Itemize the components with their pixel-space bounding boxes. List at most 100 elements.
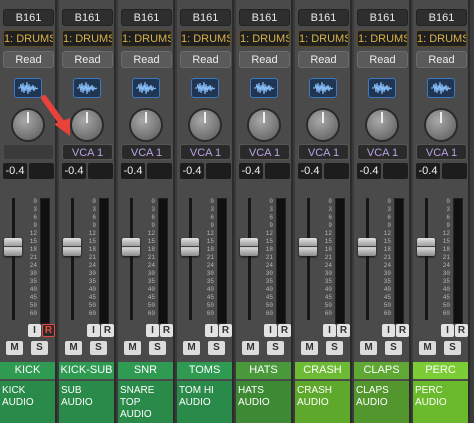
vca-slot[interactable]: VCA 1 <box>121 144 172 160</box>
group-button[interactable]: 1: DRUMS <box>3 30 54 47</box>
solo-button[interactable]: S <box>444 341 461 355</box>
volume-fader[interactable] <box>4 237 22 256</box>
output-button[interactable]: B161 <box>121 9 172 26</box>
group-button[interactable]: 1: DRUMS <box>239 30 290 47</box>
output-button[interactable]: B161 <box>180 9 231 26</box>
record-enable-button[interactable]: R <box>219 324 232 337</box>
record-enable-button[interactable]: R <box>337 324 350 337</box>
channel-name-label[interactable]: CLAPS <box>354 362 409 379</box>
solo-button[interactable]: S <box>208 341 225 355</box>
automation-mode-button[interactable]: Read <box>121 51 172 68</box>
mute-button[interactable]: M <box>242 341 259 355</box>
output-button[interactable]: B161 <box>298 9 349 26</box>
audio-waveform-icon[interactable] <box>309 78 337 98</box>
group-button[interactable]: 1: DRUMS <box>298 30 349 47</box>
input-monitor-button[interactable]: I <box>146 324 159 337</box>
scale-label: 45 <box>147 294 155 301</box>
automation-mode-button[interactable]: Read <box>416 51 467 68</box>
channel-name-label[interactable]: HATS <box>236 362 291 379</box>
solo-button[interactable]: S <box>267 341 284 355</box>
output-button[interactable]: B161 <box>62 9 113 26</box>
group-button[interactable]: 1: DRUMS <box>121 30 172 47</box>
record-enable-button[interactable]: R <box>101 324 114 337</box>
record-enable-button[interactable]: R <box>160 324 173 337</box>
automation-mode-button[interactable]: Read <box>180 51 231 68</box>
volume-fader[interactable] <box>358 237 376 256</box>
vca-slot[interactable] <box>3 144 54 160</box>
record-enable-button[interactable]: R <box>396 324 409 337</box>
volume-fader[interactable] <box>181 237 199 256</box>
automation-mode-button[interactable]: Read <box>3 51 54 68</box>
channel-name-label[interactable]: TOMS <box>177 362 232 379</box>
volume-fader[interactable] <box>299 237 317 256</box>
solo-button[interactable]: S <box>326 341 343 355</box>
volume-fader[interactable] <box>122 237 140 256</box>
solo-button[interactable]: S <box>149 341 166 355</box>
output-button[interactable]: B161 <box>416 9 467 26</box>
automation-mode-button[interactable]: Read <box>62 51 113 68</box>
channel-name-label[interactable]: PERC <box>413 362 468 379</box>
vca-slot[interactable]: VCA 1 <box>180 144 231 160</box>
audio-waveform-icon[interactable] <box>73 78 101 98</box>
output-button[interactable]: B161 <box>3 9 54 26</box>
input-monitor-button[interactable]: I <box>264 324 277 337</box>
input-monitor-button[interactable]: I <box>441 324 454 337</box>
pan-knob[interactable] <box>426 110 456 140</box>
solo-button[interactable]: S <box>90 341 107 355</box>
audio-waveform-icon[interactable] <box>427 78 455 98</box>
solo-button[interactable]: S <box>385 341 402 355</box>
pan-knob[interactable] <box>72 110 102 140</box>
automation-mode-button[interactable]: Read <box>298 51 349 68</box>
channel-name-label[interactable]: SNR <box>118 362 173 379</box>
mute-button[interactable]: M <box>6 341 23 355</box>
input-monitor-button[interactable]: I <box>323 324 336 337</box>
record-enable-button[interactable]: R <box>42 324 55 337</box>
channel-name-label[interactable]: KICK-SUB <box>59 362 114 379</box>
group-button[interactable]: 1: DRUMS <box>62 30 113 47</box>
volume-fader[interactable] <box>240 237 258 256</box>
input-monitor-button[interactable]: I <box>205 324 218 337</box>
output-button[interactable]: B161 <box>357 9 408 26</box>
output-button[interactable]: B161 <box>239 9 290 26</box>
vca-slot[interactable]: VCA 1 <box>62 144 113 160</box>
pan-knob[interactable] <box>13 110 43 140</box>
group-button[interactable]: 1: DRUMS <box>416 30 467 47</box>
automation-mode-button[interactable]: Read <box>239 51 290 68</box>
mute-button[interactable]: M <box>183 341 200 355</box>
channel-name-label[interactable]: CRASH <box>295 362 350 379</box>
mute-button[interactable]: M <box>419 341 436 355</box>
pan-knob[interactable] <box>249 110 279 140</box>
record-enable-button[interactable]: R <box>455 324 468 337</box>
fader-track <box>307 198 310 320</box>
audio-waveform-icon[interactable] <box>132 78 160 98</box>
input-monitor-button[interactable]: I <box>28 324 41 337</box>
audio-waveform-icon[interactable] <box>250 78 278 98</box>
mute-button[interactable]: M <box>65 341 82 355</box>
channel-name-label[interactable]: KICK <box>0 362 55 379</box>
vca-slot[interactable]: VCA 1 <box>239 144 290 160</box>
input-monitor-button[interactable]: I <box>382 324 395 337</box>
solo-button[interactable]: S <box>31 341 48 355</box>
pan-knob[interactable] <box>308 110 338 140</box>
group-button[interactable]: 1: DRUMS <box>180 30 231 47</box>
audio-waveform-icon[interactable] <box>14 78 42 98</box>
vca-slot[interactable]: VCA 1 <box>416 144 467 160</box>
mute-button[interactable]: M <box>301 341 318 355</box>
scale-label: 60 <box>265 310 273 317</box>
input-monitor-button[interactable]: I <box>87 324 100 337</box>
record-enable-button[interactable]: R <box>278 324 291 337</box>
mute-button[interactable]: M <box>124 341 141 355</box>
volume-fader[interactable] <box>417 237 435 256</box>
pan-knob[interactable] <box>367 110 397 140</box>
vca-slot[interactable]: VCA 1 <box>357 144 408 160</box>
scale-label: 35 <box>383 278 391 285</box>
volume-fader[interactable] <box>63 237 81 256</box>
audio-waveform-icon[interactable] <box>191 78 219 98</box>
pan-knob[interactable] <box>190 110 220 140</box>
vca-slot[interactable]: VCA 1 <box>298 144 349 160</box>
pan-knob[interactable] <box>131 110 161 140</box>
mute-button[interactable]: M <box>360 341 377 355</box>
audio-waveform-icon[interactable] <box>368 78 396 98</box>
group-button[interactable]: 1: DRUMS <box>357 30 408 47</box>
automation-mode-button[interactable]: Read <box>357 51 408 68</box>
